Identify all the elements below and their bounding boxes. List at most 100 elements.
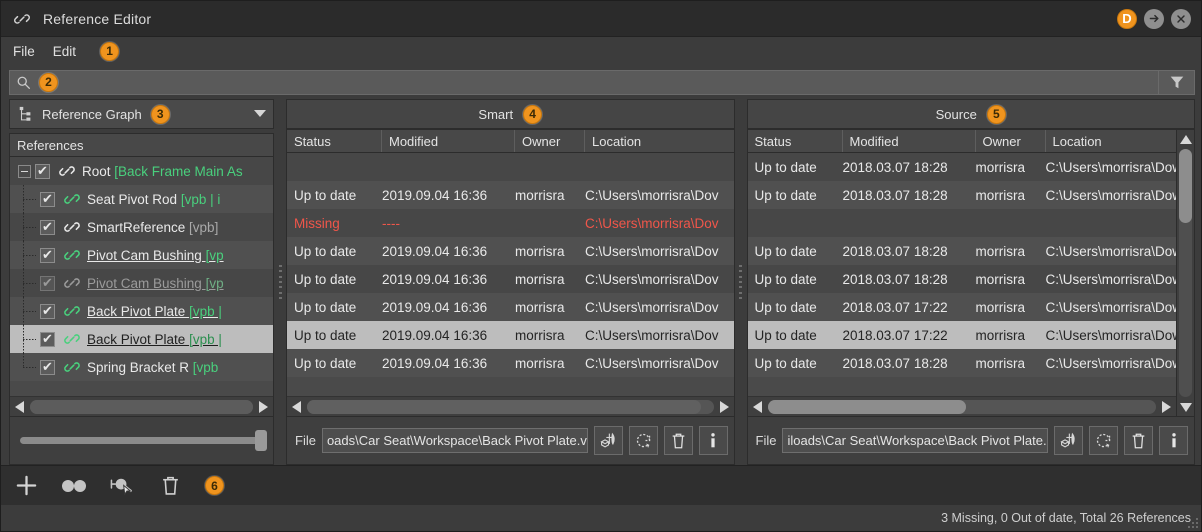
- reference-checkbox[interactable]: [40, 302, 55, 319]
- chevron-down-icon[interactable]: [247, 100, 273, 128]
- load-reference-icon[interactable]: [593, 426, 623, 455]
- caret-right-icon[interactable]: [1158, 398, 1175, 416]
- caret-right-icon[interactable]: [255, 398, 272, 416]
- arrow-right-circle-icon[interactable]: [1144, 8, 1164, 29]
- smart-file-label: File: [295, 433, 316, 448]
- smart-table-row[interactable]: Up to date 2019.09.04 16:36 morrisra C:\Use…: [287, 181, 734, 209]
- resize-grip-icon[interactable]: [1187, 517, 1199, 529]
- search-input[interactable]: [66, 74, 1158, 90]
- smart-table-row[interactable]: Up to date 2019.09.04 16:36 morrisra C:\Use…: [287, 321, 734, 349]
- filter-funnel-icon[interactable]: [1159, 69, 1195, 95]
- caret-left-icon[interactable]: [11, 398, 28, 416]
- source-table-row[interactable]: Up to date 2018.03.07 18:28 morrisra C:\Use…: [747, 237, 1176, 265]
- search-field-container[interactable]: 2: [9, 69, 1159, 95]
- hscroll-thumb[interactable]: [307, 399, 702, 414]
- reference-tree-row[interactable]: SmartReference [vpb]: [10, 213, 273, 241]
- source-hscrollbar[interactable]: [747, 396, 1176, 416]
- d-badge[interactable]: D: [1117, 8, 1137, 29]
- source-table-row[interactable]: Up to date 2018.03.07 18:28 morrisra C:\Use…: [747, 181, 1176, 209]
- vscroll-track[interactable]: [1179, 149, 1192, 397]
- column-owner[interactable]: Owner: [515, 130, 585, 152]
- source-table-row[interactable]: Up to date 2018.03.07 17:22 morrisra C:\Use…: [747, 293, 1176, 321]
- smart-table-row[interactable]: Up to date 2019.09.04 16:36 morrisra C:\Use…: [287, 237, 734, 265]
- reference-info-icon[interactable]: [698, 426, 728, 455]
- vscroll-thumb[interactable]: [1179, 149, 1192, 224]
- caret-left-icon[interactable]: [749, 398, 766, 416]
- close-circle-icon[interactable]: [1171, 8, 1191, 29]
- source-table-row[interactable]: [747, 209, 1176, 237]
- smart-table-row[interactable]: Up to date 2019.09.04 16:36 morrisra C:\Use…: [287, 293, 734, 321]
- column-location[interactable]: Location: [1046, 130, 1177, 152]
- tree-expand-toggle[interactable]: [18, 164, 31, 178]
- reference-graph-dropdown[interactable]: Reference Graph 3: [9, 99, 274, 129]
- column-location[interactable]: Location: [585, 130, 734, 152]
- hscroll-track[interactable]: [767, 399, 1156, 414]
- delete-reference-icon[interactable]: [663, 426, 693, 455]
- smart-panel-title: Smart: [478, 106, 514, 122]
- reference-tree-row[interactable]: Back Pivot Plate [vpb |: [10, 297, 273, 325]
- column-references[interactable]: References: [10, 134, 273, 156]
- reference-tree-row[interactable]: Pivot Cam Bushing [vp: [10, 269, 273, 297]
- caret-right-icon[interactable]: [716, 398, 733, 416]
- reference-info-icon[interactable]: [1159, 426, 1188, 455]
- column-owner[interactable]: Owner: [976, 130, 1046, 152]
- reference-tree-row[interactable]: Seat Pivot Rod [vpb | i: [10, 185, 273, 213]
- callout-badge-3: 3: [150, 104, 170, 124]
- select-reference-icon[interactable]: [109, 473, 135, 499]
- hscroll-track[interactable]: [307, 399, 714, 414]
- references-tree[interactable]: Root [Back Frame Main As Seat Pivot Rod […: [10, 157, 273, 396]
- reference-tree-row[interactable]: Spring Bracket R [vpb: [10, 353, 273, 381]
- reference-checkbox[interactable]: [40, 218, 55, 235]
- smart-hscrollbar[interactable]: [287, 396, 734, 416]
- caret-up-icon[interactable]: [1179, 131, 1192, 147]
- column-status[interactable]: Status: [287, 130, 382, 152]
- column-status[interactable]: Status: [748, 130, 843, 152]
- source-table-row[interactable]: Up to date 2018.03.07 18:28 morrisra C:\Use…: [747, 349, 1176, 377]
- zoom-slider[interactable]: [20, 430, 267, 451]
- source-file-path-input[interactable]: iloads\Car Seat\Workspace\Back Pivot Pla…: [782, 428, 1048, 453]
- reference-checkbox[interactable]: [35, 162, 50, 179]
- cell-modified: 2018.03.07 18:28: [842, 271, 948, 287]
- load-reference-icon[interactable]: [1054, 426, 1083, 455]
- reference-tree-row[interactable]: Back Pivot Plate [vpb |: [10, 325, 273, 353]
- duplicate-reference-icon[interactable]: [61, 473, 87, 499]
- source-table-row[interactable]: Up to date 2018.03.07 18:28 morrisra C:\Use…: [747, 153, 1176, 181]
- delete-reference-icon[interactable]: [157, 473, 183, 499]
- smart-table-row[interactable]: Up to date 2019.09.04 16:36 morrisra C:\Use…: [287, 349, 734, 377]
- caret-down-icon[interactable]: [1179, 399, 1192, 415]
- zoom-slider-knob[interactable]: [255, 430, 267, 451]
- reference-checkbox[interactable]: [40, 358, 55, 375]
- hscroll-track[interactable]: [30, 399, 253, 414]
- reference-checkbox[interactable]: [40, 330, 55, 347]
- menu-item-edit[interactable]: Edit: [53, 44, 76, 59]
- delete-reference-icon[interactable]: [1124, 426, 1153, 455]
- splitter-refs-smart[interactable]: [274, 99, 286, 465]
- reference-checkbox[interactable]: [40, 274, 55, 291]
- cell-owner: morrisra: [515, 299, 565, 315]
- add-reference-icon[interactable]: [13, 473, 39, 499]
- smart-file-path-input[interactable]: oads\Car Seat\Workspace\Back Pivot Plate…: [321, 428, 588, 453]
- smart-table-row[interactable]: Missing ---- C:\Users\morrisra\Dov: [287, 209, 734, 237]
- reference-tree-row[interactable]: Root [Back Frame Main As: [10, 157, 273, 185]
- source-vscrollbar[interactable]: [1177, 129, 1195, 417]
- smart-table-row[interactable]: Up to date 2019.09.04 16:36 morrisra C:\Use…: [287, 265, 734, 293]
- column-modified[interactable]: Modified: [382, 130, 515, 152]
- reference-checkbox[interactable]: [40, 246, 55, 263]
- reference-tree-row[interactable]: Pivot Cam Bushing [vp: [10, 241, 273, 269]
- tree-connector: [12, 269, 36, 297]
- source-table[interactable]: Up to date 2018.03.07 18:28 morrisra C:\Use…: [747, 153, 1176, 396]
- reference-checkbox[interactable]: [40, 190, 55, 207]
- references-hscrollbar[interactable]: [10, 396, 273, 416]
- smart-table[interactable]: Up to date 2019.09.04 16:36 morrisra C:\Use…: [287, 153, 734, 396]
- reload-reference-icon[interactable]: [628, 426, 658, 455]
- menu-item-file[interactable]: File: [13, 44, 35, 59]
- smart-table-row[interactable]: [287, 153, 734, 181]
- caret-left-icon[interactable]: [288, 398, 305, 416]
- hscroll-thumb[interactable]: [767, 399, 966, 414]
- reload-reference-icon[interactable]: [1089, 426, 1118, 455]
- source-table-row[interactable]: Up to date 2018.03.07 18:28 morrisra C:\Use…: [747, 265, 1176, 293]
- column-modified[interactable]: Modified: [843, 130, 976, 152]
- splitter-smart-source[interactable]: [734, 99, 747, 465]
- hscroll-thumb[interactable]: [30, 399, 253, 414]
- source-table-row[interactable]: Up to date 2018.03.07 17:22 morrisra C:\Use…: [747, 321, 1176, 349]
